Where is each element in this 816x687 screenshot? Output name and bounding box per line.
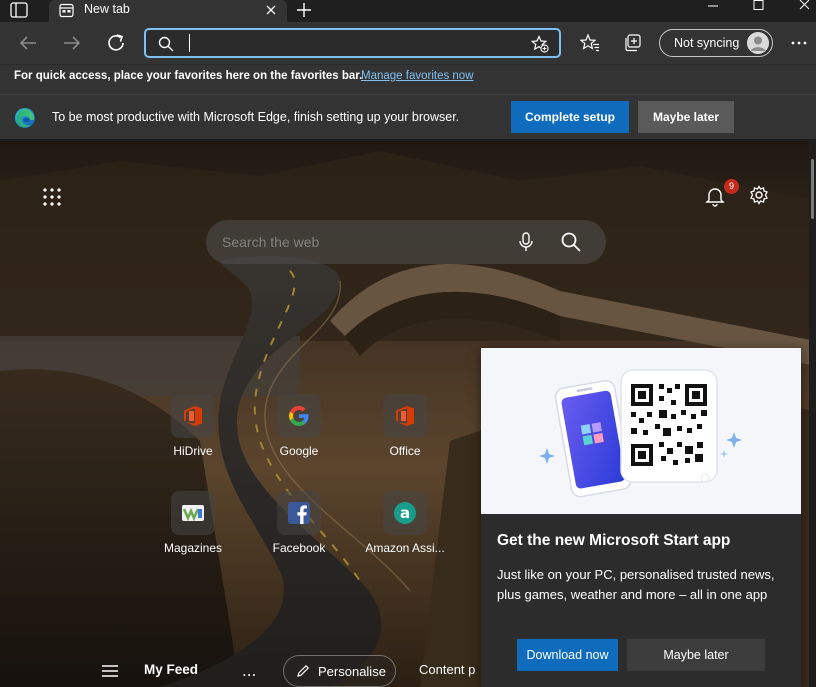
download-now-button[interactable]: Download now bbox=[517, 639, 618, 671]
profile-sync-button[interactable]: Not syncing bbox=[659, 29, 773, 57]
office-icon bbox=[396, 406, 414, 426]
edge-logo-icon bbox=[15, 108, 35, 128]
collections-icon[interactable] bbox=[623, 33, 643, 53]
microsoft-start-promo-dialog: Get the new Microsoft Start app Just lik… bbox=[481, 348, 801, 687]
minimize-icon[interactable] bbox=[690, 0, 736, 18]
maybe-later-button[interactable]: Maybe later bbox=[638, 101, 734, 133]
search-placeholder: Search the web bbox=[222, 234, 320, 250]
pencil-icon bbox=[297, 664, 310, 677]
tab-new-tab[interactable]: New tab bbox=[49, 0, 287, 22]
web-search-box[interactable]: Search the web bbox=[206, 220, 606, 264]
favorites-bar-message: For quick access, place your favorites h… bbox=[14, 70, 363, 82]
personalise-button[interactable]: Personalise bbox=[283, 655, 396, 687]
tile-label: Google bbox=[279, 444, 319, 458]
quick-link-tile[interactable]: HiDrive bbox=[146, 394, 240, 474]
my-feed-tab[interactable]: My Feed bbox=[144, 662, 198, 677]
tile-icon-box bbox=[277, 491, 321, 535]
promo-body: Just like on your PC, personalised trust… bbox=[497, 567, 775, 602]
new-tab-plus-icon[interactable] bbox=[295, 1, 313, 19]
address-toolbar: Not syncing bbox=[0, 22, 816, 64]
complete-setup-button[interactable]: Complete setup bbox=[511, 101, 629, 133]
manage-favorites-link[interactable]: Manage favorites now bbox=[361, 70, 474, 82]
tile-label: Office bbox=[389, 444, 421, 458]
tile-icon-box bbox=[171, 394, 215, 438]
amazon-assistant-icon: a bbox=[394, 502, 416, 524]
sync-status-label: Not syncing bbox=[674, 36, 740, 50]
favorites-bar: For quick access, place your favorites h… bbox=[0, 64, 816, 94]
close-window-icon[interactable] bbox=[782, 0, 816, 18]
google-icon bbox=[289, 406, 309, 426]
address-bar[interactable] bbox=[144, 28, 561, 58]
svg-text:a: a bbox=[400, 504, 410, 522]
tab-actions-icon[interactable] bbox=[10, 2, 28, 18]
tile-label: Amazon Assi... bbox=[365, 541, 445, 555]
content-visibility-button[interactable]: Content p bbox=[419, 662, 475, 677]
quick-link-tile[interactable]: Google bbox=[252, 394, 346, 474]
page-scrollbar[interactable] bbox=[809, 141, 816, 687]
office-icon bbox=[184, 406, 202, 426]
text-caret bbox=[189, 34, 190, 52]
feed-more-button[interactable]: ... bbox=[242, 662, 256, 680]
notifications-bell-icon[interactable] bbox=[704, 185, 726, 207]
search-icon bbox=[158, 36, 174, 52]
back-arrow-icon[interactable] bbox=[16, 31, 40, 55]
address-input[interactable] bbox=[186, 33, 526, 53]
menu-hamburger-icon[interactable] bbox=[102, 665, 118, 677]
quick-link-tile[interactable]: Facebook bbox=[252, 491, 346, 571]
add-favorite-star-icon[interactable] bbox=[531, 35, 549, 53]
quick-link-tile[interactable]: Magazines bbox=[146, 491, 240, 571]
quick-link-tile[interactable]: a Amazon Assi... bbox=[358, 491, 452, 571]
page-settings-gear-icon[interactable] bbox=[749, 185, 769, 205]
promo-illustration bbox=[481, 348, 801, 514]
search-icon[interactable] bbox=[560, 231, 582, 253]
promo-title: Get the new Microsoft Start app bbox=[497, 532, 731, 549]
avatar-icon bbox=[747, 32, 769, 54]
quick-link-tile[interactable]: Office bbox=[358, 394, 452, 474]
scrollbar-thumb[interactable] bbox=[811, 159, 814, 219]
favorites-icon[interactable] bbox=[580, 33, 600, 53]
tile-icon-box bbox=[171, 491, 215, 535]
microphone-icon[interactable] bbox=[518, 232, 534, 252]
refresh-icon[interactable] bbox=[104, 31, 128, 55]
notification-count-badge: 9 bbox=[724, 179, 739, 194]
promo-maybe-later-button[interactable]: Maybe later bbox=[627, 639, 765, 671]
tile-label: Facebook bbox=[272, 541, 326, 555]
tile-label: HiDrive bbox=[173, 444, 213, 458]
maximize-icon[interactable] bbox=[736, 0, 782, 18]
tile-icon-box: a bbox=[383, 491, 427, 535]
close-tab-icon[interactable] bbox=[265, 4, 277, 16]
phone-qr-illustration bbox=[539, 369, 742, 498]
tab-title: New tab bbox=[84, 2, 130, 16]
facebook-icon bbox=[288, 502, 310, 524]
forward-arrow-icon[interactable] bbox=[60, 31, 84, 55]
new-tab-page-icon bbox=[59, 3, 74, 18]
personalise-label: Personalise bbox=[318, 664, 386, 679]
tile-icon-box bbox=[277, 394, 321, 438]
tile-label: Magazines bbox=[163, 541, 223, 555]
setup-infobar: To be most productive with Microsoft Edg… bbox=[0, 94, 816, 140]
magazines-icon bbox=[182, 505, 204, 522]
feed-bar: My Feed ... Personalise Content p bbox=[0, 651, 480, 687]
more-options-icon[interactable] bbox=[788, 33, 810, 53]
apps-launcher-icon[interactable] bbox=[42, 187, 62, 207]
tab-strip: New tab bbox=[0, 0, 816, 22]
tile-icon-box bbox=[383, 394, 427, 438]
infobar-message: To be most productive with Microsoft Edg… bbox=[52, 110, 460, 124]
